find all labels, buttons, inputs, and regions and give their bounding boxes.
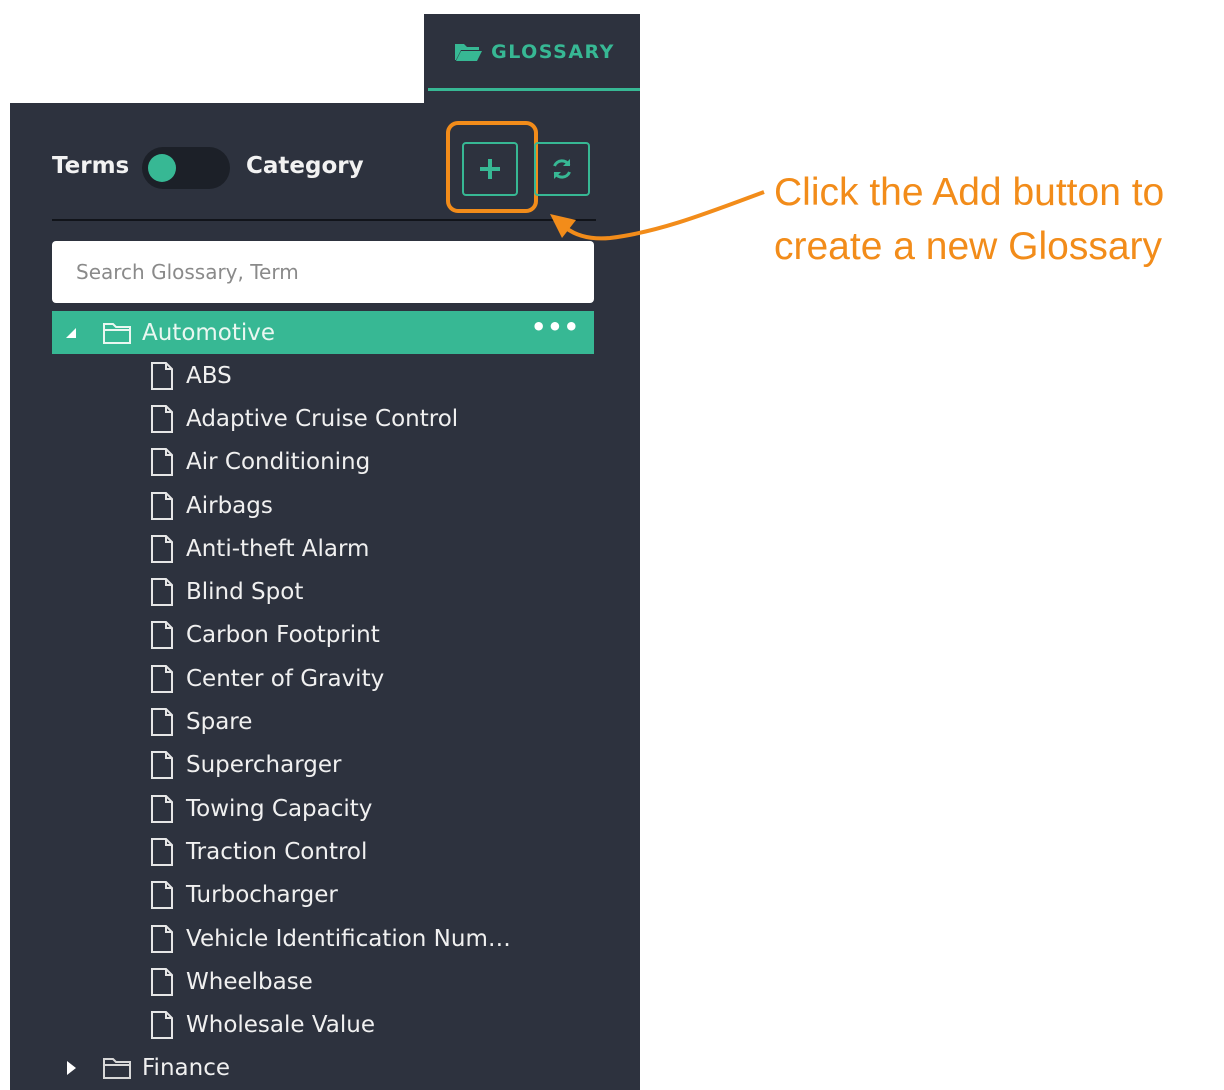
- term-label: Spare: [186, 709, 253, 736]
- tree-node-finance[interactable]: Finance: [52, 1047, 594, 1090]
- callout-text: Click the Add button to create a new Glo…: [774, 166, 1164, 274]
- document-icon: [151, 794, 173, 823]
- term-label: Supercharger: [186, 752, 342, 779]
- switch-knob: [148, 154, 176, 182]
- term-label: Towing Capacity: [186, 795, 373, 822]
- more-options-icon[interactable]: •••: [531, 313, 580, 341]
- tree-term-item[interactable]: Turbocharger: [52, 874, 594, 917]
- term-label: Blind Spot: [186, 579, 304, 606]
- term-label: Anti-theft Alarm: [186, 535, 370, 562]
- caret-expanded-icon[interactable]: [52, 326, 90, 340]
- term-label: Carbon Footprint: [186, 622, 380, 649]
- callout-line-1: Click the Add button to: [774, 171, 1165, 214]
- document-icon: [151, 578, 173, 607]
- tree-term-item[interactable]: Spare: [52, 700, 594, 743]
- term-label: Center of Gravity: [186, 665, 385, 692]
- tree-term-item[interactable]: Airbags: [52, 484, 594, 527]
- tab-active-indicator: [428, 88, 640, 91]
- folder-icon: [103, 1058, 131, 1080]
- toggle-terms-label: Terms: [52, 153, 130, 179]
- term-list: ABS Adaptive Cruise Control Air Conditioni…: [52, 354, 594, 1047]
- document-icon: [151, 404, 173, 433]
- toolbar-divider: [52, 219, 596, 221]
- folder-icon: [103, 322, 131, 344]
- term-label: ABS: [186, 362, 232, 389]
- document-icon: [151, 361, 173, 390]
- add-glossary-button[interactable]: [462, 142, 518, 196]
- glossary-tab-container: GLOSSARY: [424, 14, 640, 104]
- callout-line-2: create a new Glossary: [774, 225, 1163, 268]
- term-label: Wheelbase: [186, 968, 313, 995]
- term-label: Air Conditioning: [186, 449, 371, 476]
- tree-term-item[interactable]: Wholesale Value: [52, 1003, 594, 1046]
- terms-category-switch[interactable]: [142, 147, 230, 189]
- document-icon: [151, 621, 173, 650]
- tree-node-label: Finance: [142, 1055, 230, 1082]
- term-label: Adaptive Cruise Control: [186, 405, 459, 432]
- tree-term-item[interactable]: Blind Spot: [52, 570, 594, 613]
- tree-term-item[interactable]: Towing Capacity: [52, 787, 594, 830]
- document-icon: [151, 967, 173, 996]
- callout-arrow: [550, 190, 765, 241]
- tree-term-item[interactable]: Carbon Footprint: [52, 614, 594, 657]
- tree-term-item[interactable]: Center of Gravity: [52, 657, 594, 700]
- document-icon: [151, 837, 173, 866]
- tree-term-item[interactable]: Anti-theft Alarm: [52, 527, 594, 570]
- document-icon: [151, 448, 173, 477]
- tree-term-item[interactable]: Air Conditioning: [52, 441, 594, 484]
- tree-term-item[interactable]: Traction Control: [52, 830, 594, 873]
- tree-term-item[interactable]: Supercharger: [52, 744, 594, 787]
- tree-term-item[interactable]: ABS: [52, 354, 594, 397]
- tab-glossary[interactable]: GLOSSARY: [428, 14, 640, 90]
- tree-node-label: Automotive: [142, 319, 276, 346]
- folder-open-icon: [455, 44, 483, 61]
- toggle-category-label: Category: [246, 153, 364, 179]
- document-icon: [151, 881, 173, 910]
- refresh-icon: [553, 159, 571, 179]
- document-icon: [151, 924, 173, 953]
- document-icon: [151, 1011, 173, 1040]
- search-input[interactable]: [52, 241, 594, 303]
- document-icon: [151, 664, 173, 693]
- tree-term-item[interactable]: Vehicle Identification Num…: [52, 917, 594, 960]
- tree-node-automotive[interactable]: Automotive •••: [52, 311, 594, 354]
- term-label: Traction Control: [186, 838, 368, 865]
- glossary-tree: Automotive ••• ABS Adaptive Cruise Contro…: [52, 311, 594, 1090]
- tree-term-item[interactable]: Adaptive Cruise Control: [52, 397, 594, 440]
- term-label: Vehicle Identification Num…: [186, 925, 511, 952]
- document-icon: [151, 534, 173, 563]
- term-label: Turbocharger: [186, 882, 338, 909]
- term-label: Airbags: [186, 492, 273, 519]
- document-icon: [151, 491, 173, 520]
- glossary-panel: Terms Category Autom: [10, 103, 640, 1090]
- document-icon: [151, 751, 173, 780]
- term-label: Wholesale Value: [186, 1012, 376, 1039]
- caret-collapsed-icon[interactable]: [52, 1060, 90, 1076]
- tab-label: GLOSSARY: [491, 41, 615, 63]
- plus-icon: [480, 159, 500, 179]
- document-icon: [151, 708, 173, 737]
- tree-term-item[interactable]: Wheelbase: [52, 960, 594, 1003]
